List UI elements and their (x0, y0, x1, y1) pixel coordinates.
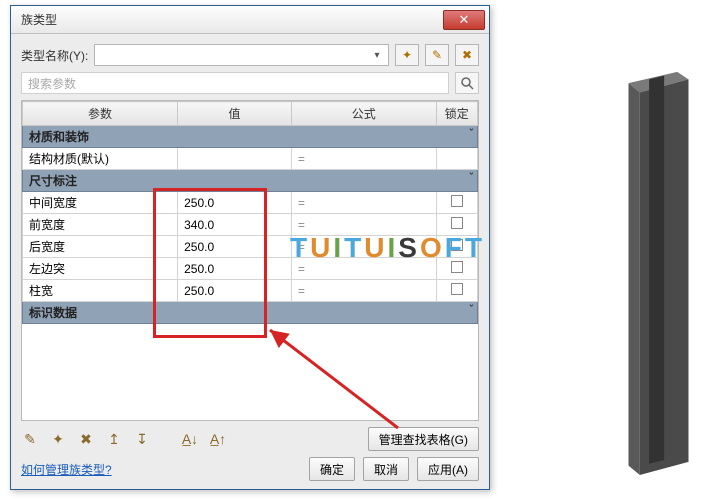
group-header[interactable]: 材质和装饰ˇ (23, 126, 478, 148)
collapse-icon[interactable]: ˇ (469, 304, 473, 316)
help-link[interactable]: 如何管理族类型? (21, 461, 112, 478)
param-value-cell[interactable] (178, 148, 292, 170)
move-down-icon[interactable]: ↧ (133, 431, 151, 448)
param-lock-cell[interactable] (436, 148, 477, 170)
group-header[interactable]: 标识数据ˇ (23, 302, 478, 324)
param-name-cell[interactable]: 左边突 (23, 258, 178, 280)
param-value-cell[interactable]: 250.0 (178, 192, 292, 214)
collapse-icon[interactable]: ˇ (469, 128, 473, 140)
param-lock-cell[interactable] (436, 214, 477, 236)
ok-button[interactable]: 确定 (309, 457, 355, 481)
param-name-cell[interactable]: 结构材质(默认) (23, 148, 178, 170)
param-name-cell[interactable]: 中间宽度 (23, 192, 178, 214)
column-preview (621, 60, 696, 485)
close-button[interactable] (443, 10, 485, 30)
search-icon (460, 76, 474, 90)
col-formula[interactable]: 公式 (291, 102, 436, 126)
checkbox-icon[interactable] (451, 217, 463, 229)
apply-button[interactable]: 应用(A) (417, 457, 479, 481)
delete-type-button[interactable]: ✖ (455, 44, 479, 66)
param-lock-cell[interactable] (436, 258, 477, 280)
param-toolbar: ✎ ✦ ✖ ↥ ↧ A̲↓ A̲↑ (21, 431, 227, 448)
param-name-cell[interactable]: 前宽度 (23, 214, 178, 236)
param-name-cell[interactable]: 后宽度 (23, 236, 178, 258)
delete-param-icon[interactable]: ✖ (77, 431, 95, 448)
param-formula-cell[interactable] (291, 280, 436, 302)
group-header[interactable]: 尺寸标注ˇ (23, 170, 478, 192)
titlebar: 族类型 (11, 6, 489, 34)
dialog-title: 族类型 (21, 11, 57, 28)
col-param[interactable]: 参数 (23, 102, 178, 126)
search-button[interactable] (455, 72, 479, 94)
type-name-combo[interactable]: ▾ (94, 44, 389, 66)
param-formula-cell[interactable] (291, 258, 436, 280)
edit-icon[interactable]: ✎ (21, 431, 39, 448)
search-input[interactable]: 搜索参数 (21, 72, 449, 94)
param-lock-cell[interactable] (436, 192, 477, 214)
manage-lookup-button[interactable]: 管理查找表格(G) (368, 427, 479, 451)
param-lock-cell[interactable] (436, 280, 477, 302)
param-formula-cell[interactable] (291, 192, 436, 214)
col-lock[interactable]: 锁定 (436, 102, 477, 126)
param-name-cell[interactable]: 柱宽 (23, 280, 178, 302)
param-formula-cell[interactable] (291, 236, 436, 258)
family-types-dialog: 族类型 类型名称(Y): ▾ ✦ ✎ ✖ 搜索参数 (10, 5, 490, 490)
checkbox-icon[interactable] (451, 239, 463, 251)
param-value-cell[interactable]: 340.0 (178, 214, 292, 236)
checkbox-icon[interactable] (451, 261, 463, 273)
sort-asc-icon[interactable]: A̲↓ (181, 431, 199, 447)
parameter-grid[interactable]: 参数 值 公式 锁定 材质和装饰ˇ结构材质(默认)尺寸标注ˇ中间宽度250.0前… (21, 100, 479, 421)
param-formula-cell[interactable] (291, 148, 436, 170)
param-value-cell[interactable]: 250.0 (178, 258, 292, 280)
checkbox-icon[interactable] (451, 195, 463, 207)
sort-desc-icon[interactable]: A̲↑ (209, 431, 227, 447)
param-formula-cell[interactable] (291, 214, 436, 236)
param-value-cell[interactable]: 250.0 (178, 236, 292, 258)
cancel-button[interactable]: 取消 (363, 457, 409, 481)
type-name-label: 类型名称(Y): (21, 47, 88, 64)
col-value[interactable]: 值 (178, 102, 292, 126)
param-lock-cell[interactable] (436, 236, 477, 258)
collapse-icon[interactable]: ˇ (469, 172, 473, 184)
chevron-down-icon: ▾ (369, 47, 385, 63)
new-type-button[interactable]: ✦ (395, 44, 419, 66)
param-value-cell[interactable]: 250.0 (178, 280, 292, 302)
move-up-icon[interactable]: ↥ (105, 431, 123, 448)
new-param-icon[interactable]: ✦ (49, 431, 67, 448)
checkbox-icon[interactable] (451, 283, 463, 295)
rename-type-button[interactable]: ✎ (425, 44, 449, 66)
